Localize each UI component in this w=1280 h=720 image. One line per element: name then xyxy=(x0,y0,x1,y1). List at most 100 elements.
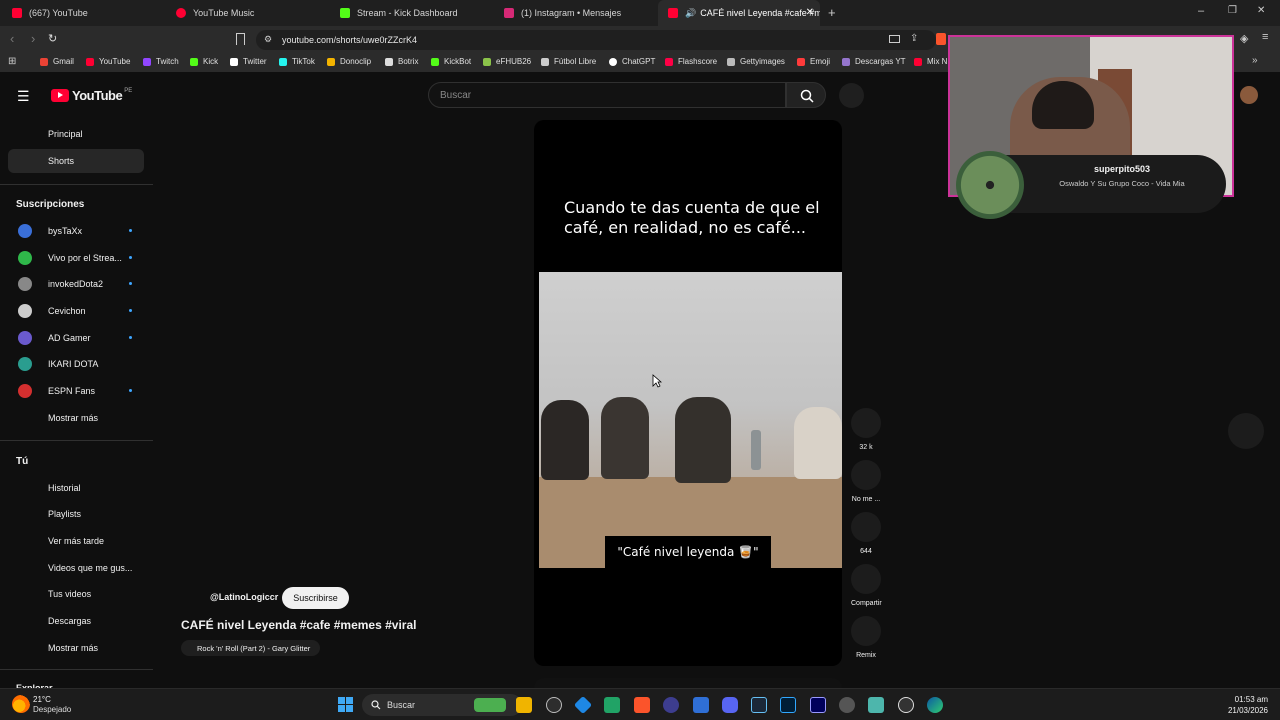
next-short-button[interactable] xyxy=(1228,413,1264,449)
settings-icon[interactable] xyxy=(839,697,855,713)
sidebar-item-playlists[interactable]: Playlists xyxy=(8,502,144,526)
chatgpt-app-icon[interactable] xyxy=(546,697,562,713)
weather-desc[interactable]: Despejado xyxy=(33,705,71,714)
bookmark-twitch[interactable]: Twitch xyxy=(143,57,179,66)
discord-icon[interactable] xyxy=(722,697,738,713)
tab-youtube[interactable]: (667) YouTube xyxy=(2,0,164,26)
sidebar-sub-bystaxx[interactable]: bysTaXx xyxy=(8,219,144,243)
bookmark-gmail[interactable]: Gmail xyxy=(40,57,74,66)
sidebar-item-liked-videos[interactable]: Videos que me gus... xyxy=(8,556,144,580)
sidebar-item-descargas[interactable]: Descargas xyxy=(8,609,144,633)
share-action[interactable]: Compartir xyxy=(851,564,882,607)
calculator-icon[interactable] xyxy=(693,697,709,713)
premiere-icon[interactable] xyxy=(810,697,826,713)
weather-temp[interactable]: 21°C xyxy=(33,695,51,704)
sidebar-item-shorts[interactable]: Shorts xyxy=(8,149,144,173)
sidebar-item-principal[interactable]: Principal xyxy=(8,122,144,146)
minimize-icon[interactable]: – xyxy=(1198,5,1204,17)
maximize-icon[interactable]: ❐ xyxy=(1228,5,1237,16)
media-player-icon[interactable] xyxy=(663,697,679,713)
close-tab-icon[interactable]: ✕ xyxy=(806,7,814,18)
like-action[interactable]: 32 k xyxy=(851,408,881,451)
bookmark-chatgpt[interactable]: ChatGPT xyxy=(609,57,655,66)
tab-youtube-music[interactable]: YouTube Music xyxy=(166,0,328,26)
edge-icon[interactable] xyxy=(927,697,943,713)
youtube-logo[interactable]: YouTube PE xyxy=(51,88,132,103)
hamburger-menu-icon[interactable]: ☰ xyxy=(17,88,30,105)
photoshop-icon[interactable] xyxy=(780,697,796,713)
search-button[interactable] xyxy=(786,82,826,108)
share-icon[interactable]: ⇪ xyxy=(910,33,918,44)
sidebar-item-ver-mas-tarde[interactable]: Ver más tarde xyxy=(8,529,144,553)
bookmark-mix[interactable]: Mix N xyxy=(914,57,947,66)
share-icon[interactable] xyxy=(851,564,881,594)
comment-icon[interactable] xyxy=(851,512,881,542)
sidebar-sub-cevichon[interactable]: Cevichon xyxy=(8,299,144,323)
sidebar-item-tus-videos[interactable]: Tus videos xyxy=(8,582,144,606)
close-window-icon[interactable]: ✕ xyxy=(1257,5,1265,16)
sidebar-sub-espnfans[interactable]: ESPN Fans xyxy=(8,379,144,403)
bookmark-botrix[interactable]: Botrix xyxy=(385,57,418,66)
dislike-icon[interactable] xyxy=(851,460,881,490)
file-explorer-icon[interactable] xyxy=(516,697,532,713)
brave-shields-icon[interactable] xyxy=(936,33,946,45)
clock-time[interactable]: 01:53 am xyxy=(1210,695,1268,704)
music-chip[interactable]: Rock 'n' Roll (Part 2) - Gary Glitter xyxy=(181,640,321,656)
back-icon[interactable]: ‹ xyxy=(10,31,14,46)
sidebar-sub-vivo[interactable]: Vivo por el Strea... xyxy=(8,246,144,270)
tab-cafe-short[interactable]: 🔊 CAFÉ nivel Leyenda #cafe #m ✕ xyxy=(658,0,820,26)
bookmark-kickbot[interactable]: KickBot xyxy=(431,57,471,66)
voice-search-button[interactable] xyxy=(839,83,864,108)
install-icon[interactable] xyxy=(889,35,900,43)
bookmark-twitter[interactable]: Twitter xyxy=(230,57,267,66)
bookmark-youtube[interactable]: YouTube xyxy=(86,57,130,66)
sidebar-show-more-subs[interactable]: Mostrar más xyxy=(8,406,144,430)
brave-browser-icon[interactable] xyxy=(634,697,650,713)
tab-kick-dashboard[interactable]: Stream - Kick Dashboard xyxy=(330,0,492,26)
dislike-action[interactable]: No me ... xyxy=(851,460,881,503)
bookmark-donoclip[interactable]: Donoclip xyxy=(327,57,371,66)
excel-icon[interactable] xyxy=(604,697,620,713)
tab-instagram[interactable]: (1) Instagram • Mensajes xyxy=(494,0,656,26)
comments-action[interactable]: 644 xyxy=(851,512,881,555)
app-diamond-icon[interactable] xyxy=(573,695,593,715)
bookmark-futbol-libre[interactable]: Fútbol Libre xyxy=(541,57,596,66)
sidebar-sub-adgamer[interactable]: AD Gamer xyxy=(8,326,144,350)
account-avatar[interactable] xyxy=(1240,86,1258,104)
bookmark-flashscore[interactable]: Flashscore xyxy=(665,57,717,66)
short-video-player[interactable]: Cuando te das cuenta de que el café, en … xyxy=(534,120,842,666)
apps-grid-icon[interactable]: ⊞ xyxy=(8,56,16,67)
bookmark-descargas-yt[interactable]: Descargas YT xyxy=(842,57,906,66)
bookmark-icon[interactable] xyxy=(236,33,245,45)
subscribe-button[interactable]: Suscribirse xyxy=(282,587,349,609)
sidebar-sub-ikaridota[interactable]: IKARI DOTA xyxy=(8,352,144,376)
new-tab-icon[interactable]: + xyxy=(828,5,836,20)
bookmark-tiktok[interactable]: TikTok xyxy=(279,57,315,66)
sidebar-item-historial[interactable]: Historial xyxy=(8,476,144,500)
more-bookmarks-icon[interactable]: » xyxy=(1252,55,1258,66)
like-icon[interactable] xyxy=(851,408,881,438)
remix-icon[interactable] xyxy=(851,616,881,646)
short-title[interactable]: CAFÉ nivel Leyenda #cafe #memes #viral xyxy=(181,618,416,632)
steam-icon[interactable] xyxy=(751,697,767,713)
address-bar[interactable]: ⚙ youtube.com/shorts/uwe0rZZcrK4 ⇪ xyxy=(256,30,936,50)
play-app-icon[interactable] xyxy=(898,697,914,713)
sidebar-show-more-you[interactable]: Mostrar más xyxy=(8,636,144,660)
reload-icon[interactable]: ↻ xyxy=(48,32,57,45)
clock-date[interactable]: 21/03/2026 xyxy=(1210,706,1268,715)
bookmark-kick[interactable]: Kick xyxy=(190,57,218,66)
windows-start-icon[interactable] xyxy=(338,697,353,712)
bookmark-emoji[interactable]: Emoji xyxy=(797,57,830,66)
forward-icon[interactable]: › xyxy=(31,31,35,46)
sidebar-sub-invokeddota2[interactable]: invokedDota2 xyxy=(8,272,144,296)
notepad-icon[interactable] xyxy=(868,697,884,713)
site-info-icon[interactable]: ⚙ xyxy=(264,34,272,45)
bookmark-gettyimages[interactable]: Gettyimages xyxy=(727,57,785,66)
taskbar-search[interactable]: Buscar xyxy=(362,694,522,716)
bookmark-efhub[interactable]: eFHUB26 xyxy=(483,57,531,66)
vpn-icon[interactable]: ◈ xyxy=(1240,32,1248,45)
remix-action[interactable]: Remix xyxy=(851,616,881,659)
menu-icon[interactable]: ≡ xyxy=(1262,31,1268,43)
search-input[interactable]: Buscar xyxy=(428,82,786,108)
channel-handle[interactable]: @LatinoLogiccr xyxy=(210,592,278,602)
